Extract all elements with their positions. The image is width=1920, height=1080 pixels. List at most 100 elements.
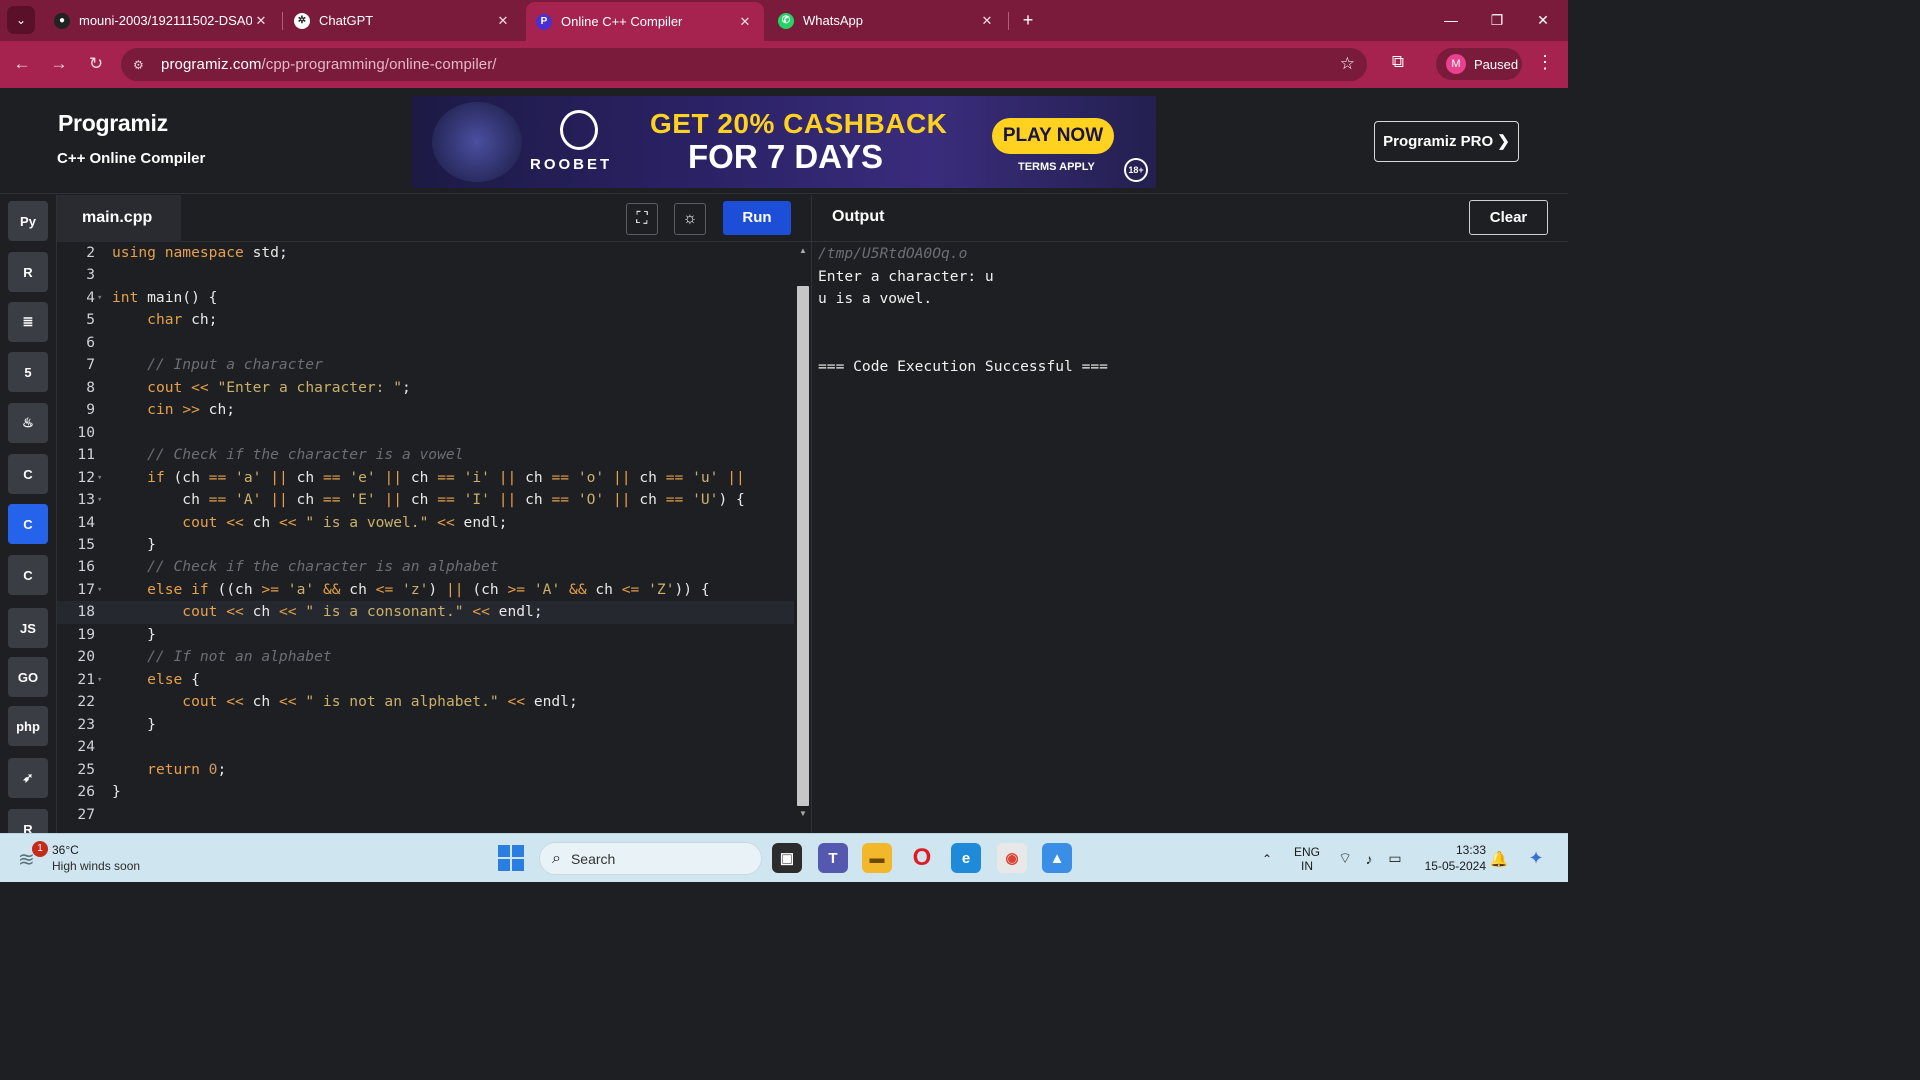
code-line[interactable]: 20 // If not an alphabet [57,646,794,669]
new-tab-button[interactable]: + [1016,8,1040,32]
fullscreen-icon[interactable]: ⛶ [626,203,658,235]
bookmark-star-icon[interactable]: ☆ [1340,54,1355,74]
code-text[interactable]: } [112,624,156,647]
language-indicator[interactable]: ENG IN [1290,834,1324,883]
battery-icon[interactable]: ▭ [1384,834,1406,883]
forward-button[interactable]: → [47,52,71,76]
opera-icon[interactable]: O [907,843,937,873]
theme-toggle-icon[interactable]: ☼ [674,203,706,235]
code-line[interactable]: 5 char ch; [57,309,794,332]
notification-bell-icon[interactable]: 🔔 [1489,834,1509,883]
site-info-icon[interactable]: ⚙ [133,58,153,72]
code-text[interactable]: // Input a character [112,354,323,377]
html-icon[interactable]: 5 [8,352,48,392]
code-line[interactable]: 9 cin >> ch; [57,399,794,422]
fold-arrow-icon[interactable]: ▾ [97,579,102,602]
banner-play-now-button[interactable]: PLAY NOW [992,118,1114,154]
file-tab-main-cpp[interactable]: main.cpp [57,195,181,242]
code-text[interactable]: cout << ch << " is not an alphabet." << … [112,691,577,714]
teams-icon[interactable]: T [818,843,848,873]
scroll-up-icon[interactable]: ▲ [799,246,807,255]
volume-icon[interactable]: ♪ [1359,834,1379,883]
run-button[interactable]: Run [723,201,791,235]
csharp-icon[interactable]: C [8,555,48,595]
close-tab-icon[interactable]: ✕ [736,14,754,30]
code-text[interactable]: else { [112,669,200,692]
code-line[interactable]: 15 } [57,534,794,557]
code-line[interactable]: 13 ▾ ch == 'A' || ch == 'E' || ch == 'I' … [57,489,794,512]
scrollbar-thumb[interactable] [797,286,809,806]
code-text[interactable]: cout << ch << " is a consonant." << endl… [112,601,542,624]
code-line[interactable]: 12 ▾ if (ch == 'a' || ch == 'e' || ch == … [57,467,794,490]
code-line[interactable]: 11 // Check if the character is a vowel [57,444,794,467]
c-icon[interactable]: C [8,454,48,494]
code-line[interactable]: 24 [57,736,794,759]
code-text[interactable]: // Check if the character is a vowel [112,444,463,467]
code-line[interactable]: 14 cout << ch << " is a vowel." << endl; [57,512,794,535]
close-tab-icon[interactable]: ✕ [252,13,270,29]
code-text[interactable]: cout << ch << " is a vowel." << endl; [112,512,507,535]
tab-whatsapp[interactable]: ✆ WhatsApp ✕ [768,0,1006,41]
restore-button[interactable]: ❐ [1474,0,1520,41]
code-line[interactable]: 8 cout << "Enter a character: "; [57,377,794,400]
code-text[interactable]: int main() { [112,287,217,310]
code-line[interactable]: 22 cout << ch << " is not an alphabet." … [57,691,794,714]
file-explorer-icon[interactable]: ▬ [862,843,892,873]
code-line[interactable]: 26} [57,781,794,804]
code-text[interactable]: char ch; [112,309,217,332]
show-hidden-icons[interactable]: ⌃ [1256,834,1278,883]
start-button[interactable] [498,845,524,871]
scroll-down-icon[interactable]: ▼ [799,809,807,818]
tab-chatgpt[interactable]: ✲ ChatGPT ✕ [284,0,522,41]
profile-button[interactable]: M Paused [1436,48,1522,80]
code-text[interactable]: ch == 'A' || ch == 'E' || ch == 'I' || c… [112,489,745,512]
back-button[interactable]: ← [10,52,34,76]
java-icon[interactable]: ♨ [8,403,48,443]
clear-button[interactable]: Clear [1469,200,1548,235]
task-view-icon[interactable]: ▣ [772,843,802,873]
close-window-button[interactable]: ✕ [1520,0,1566,41]
fold-arrow-icon[interactable]: ▾ [97,287,102,310]
code-line[interactable]: 19 } [57,624,794,647]
fold-arrow-icon[interactable]: ▾ [97,489,102,512]
code-line[interactable]: 7 // Input a character [57,354,794,377]
code-text[interactable]: if (ch == 'a' || ch == 'e' || ch == 'i' … [112,467,745,490]
code-text[interactable]: return 0; [112,759,226,782]
code-line[interactable]: 18 cout << ch << " is a consonant." << e… [57,601,794,624]
minimize-button[interactable]: — [1428,0,1474,41]
wifi-icon[interactable]: ⌔ [1335,834,1355,883]
code-text[interactable]: else if ((ch >= 'a' && ch <= 'z') || (ch… [112,579,710,602]
browser-menu-icon[interactable]: ⋮ [1536,52,1554,73]
code-line[interactable]: 2 using namespace std; [57,242,794,265]
code-line[interactable]: 16 // Check if the character is an alpha… [57,556,794,579]
code-line[interactable]: 17 ▾ else if ((ch >= 'a' && ch <= 'z') ||… [57,579,794,602]
swift-icon[interactable]: ➶ [8,758,48,798]
url-text[interactable]: programiz.com/cpp-programming/online-com… [161,56,497,73]
code-line[interactable]: 3 [57,264,794,287]
clock[interactable]: 13:33 15-05-2024 [1412,842,1486,874]
code-text[interactable]: using namespace std; [112,242,288,265]
tab-search-dropdown[interactable]: ⌄ [7,6,35,34]
fold-arrow-icon[interactable]: ▾ [97,467,102,490]
taskbar-search[interactable]: ⌕ Search [539,842,762,875]
extensions-icon[interactable]: ⧉ [1386,52,1410,76]
cpp-icon[interactable]: C [8,504,48,544]
code-line[interactable]: 27 [57,804,794,827]
close-tab-icon[interactable]: ✕ [494,13,512,29]
code-line[interactable]: 23 } [57,714,794,737]
code-editor[interactable]: 2 using namespace std; 3 4 ▾ int main() {5 ch… [57,242,794,833]
ad-banner[interactable]: ROOBET GET 20% CASHBACK FOR 7 DAYS PLAY … [412,96,1156,188]
code-line[interactable]: 25 return 0; [57,759,794,782]
tab-online-cpp-compiler[interactable]: P Online C++ Compiler ✕ [526,2,764,41]
code-text[interactable]: } [112,714,156,737]
r-icon[interactable]: R [8,252,48,292]
output-console[interactable]: /tmp/U5RtdOA0Oq.o Enter a character: u u i… [811,242,1568,833]
programiz-logo[interactable]: Programiz [58,110,168,137]
edge-icon[interactable]: e [951,843,981,873]
code-text[interactable]: } [112,534,156,557]
editor-scrollbar[interactable]: ▲ ▼ [795,242,811,823]
php-icon[interactable]: php [8,706,48,746]
reload-button[interactable]: ↻ [84,52,108,76]
code-text[interactable]: cout << "Enter a character: "; [112,377,411,400]
python-icon[interactable]: Py [8,201,48,241]
